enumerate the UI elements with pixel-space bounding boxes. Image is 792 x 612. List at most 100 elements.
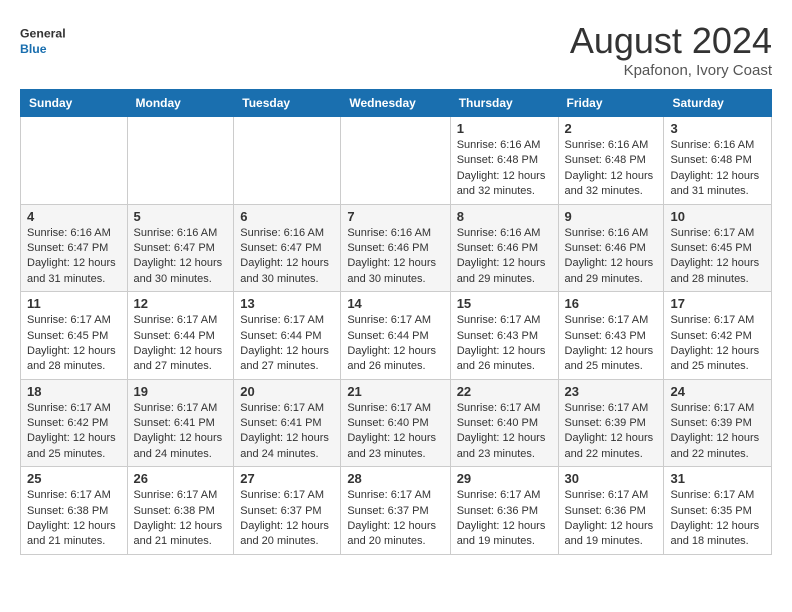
day-number: 27 bbox=[240, 471, 334, 486]
day-number: 18 bbox=[27, 384, 121, 399]
calendar-cell: 19 Sunrise: 6:17 AMSunset: 6:41 PMDayligh… bbox=[127, 379, 234, 467]
day-info: Sunrise: 6:17 AMSunset: 6:41 PMDaylight:… bbox=[134, 401, 228, 463]
day-info: Sunrise: 6:17 AMSunset: 6:44 PMDaylight:… bbox=[134, 313, 228, 375]
calendar-cell bbox=[234, 117, 341, 205]
day-header-monday: Monday bbox=[127, 90, 234, 117]
calendar-week-row: 18 Sunrise: 6:17 AMSunset: 6:42 PMDayligh… bbox=[21, 379, 772, 467]
day-info: Sunrise: 6:16 AMSunset: 6:47 PMDaylight:… bbox=[27, 226, 121, 288]
day-number: 30 bbox=[565, 471, 658, 486]
calendar-header-row: SundayMondayTuesdayWednesdayThursdayFrid… bbox=[21, 90, 772, 117]
day-number: 9 bbox=[565, 209, 658, 224]
day-info: Sunrise: 6:17 AMSunset: 6:38 PMDaylight:… bbox=[27, 488, 121, 550]
calendar-cell: 18 Sunrise: 6:17 AMSunset: 6:42 PMDayligh… bbox=[21, 379, 128, 467]
calendar-cell: 25Sunrise: 6:17 AMSunset: 6:38 PMDayligh… bbox=[21, 467, 128, 555]
calendar-cell: 22Sunrise: 6:17 AMSunset: 6:40 PMDayligh… bbox=[450, 379, 558, 467]
day-info: Sunrise: 6:17 AMSunset: 6:39 PMDaylight:… bbox=[670, 401, 765, 463]
calendar-cell: 16Sunrise: 6:17 AMSunset: 6:43 PMDayligh… bbox=[558, 292, 664, 380]
day-number: 6 bbox=[240, 209, 334, 224]
day-number: 29 bbox=[457, 471, 552, 486]
day-header-saturday: Saturday bbox=[664, 90, 772, 117]
day-info: Sunrise: 6:17 AMSunset: 6:42 PMDaylight:… bbox=[27, 401, 121, 463]
day-header-wednesday: Wednesday bbox=[341, 90, 450, 117]
day-number: 4 bbox=[27, 209, 121, 224]
day-number: 28 bbox=[347, 471, 443, 486]
calendar-cell: 1Sunrise: 6:16 AMSunset: 6:48 PMDaylight… bbox=[450, 117, 558, 205]
calendar-cell: 2 Sunrise: 6:16 AMSunset: 6:48 PMDaylight… bbox=[558, 117, 664, 205]
calendar-cell: 4 Sunrise: 6:16 AMSunset: 6:47 PMDaylight… bbox=[21, 204, 128, 292]
page-header: General Blue August 2024 Kpafonon, Ivory… bbox=[20, 20, 772, 79]
logo: General Blue bbox=[20, 20, 90, 60]
calendar-cell: 27Sunrise: 6:17 AMSunset: 6:37 PMDayligh… bbox=[234, 467, 341, 555]
calendar-cell: 9 Sunrise: 6:16 AMSunset: 6:46 PMDaylight… bbox=[558, 204, 664, 292]
day-header-tuesday: Tuesday bbox=[234, 90, 341, 117]
day-info: Sunrise: 6:16 AMSunset: 6:47 PMDaylight:… bbox=[134, 226, 228, 288]
day-number: 11 bbox=[27, 296, 121, 311]
day-number: 22 bbox=[457, 384, 552, 399]
calendar-cell: 26Sunrise: 6:17 AMSunset: 6:38 PMDayligh… bbox=[127, 467, 234, 555]
day-info: Sunrise: 6:16 AMSunset: 6:48 PMDaylight:… bbox=[670, 138, 765, 200]
month-year-title: August 2024 bbox=[570, 20, 772, 62]
calendar-week-row: 25Sunrise: 6:17 AMSunset: 6:38 PMDayligh… bbox=[21, 467, 772, 555]
calendar-cell: 31 Sunrise: 6:17 AMSunset: 6:35 PMDayligh… bbox=[664, 467, 772, 555]
day-number: 15 bbox=[457, 296, 552, 311]
day-info: Sunrise: 6:17 AMSunset: 6:35 PMDaylight:… bbox=[670, 488, 765, 550]
day-info: Sunrise: 6:17 AMSunset: 6:38 PMDaylight:… bbox=[134, 488, 228, 550]
day-number: 8 bbox=[457, 209, 552, 224]
day-header-sunday: Sunday bbox=[21, 90, 128, 117]
calendar-cell: 17 Sunrise: 6:17 AMSunset: 6:42 PMDayligh… bbox=[664, 292, 772, 380]
calendar-week-row: 4 Sunrise: 6:16 AMSunset: 6:47 PMDaylight… bbox=[21, 204, 772, 292]
day-info: Sunrise: 6:17 AMSunset: 6:44 PMDaylight:… bbox=[240, 313, 334, 375]
day-number: 5 bbox=[134, 209, 228, 224]
day-info: Sunrise: 6:17 AMSunset: 6:44 PMDaylight:… bbox=[347, 313, 443, 375]
calendar-cell: 29Sunrise: 6:17 AMSunset: 6:36 PMDayligh… bbox=[450, 467, 558, 555]
calendar-cell: 10 Sunrise: 6:17 AMSunset: 6:45 PMDayligh… bbox=[664, 204, 772, 292]
day-info: Sunrise: 6:16 AMSunset: 6:46 PMDaylight:… bbox=[457, 226, 552, 288]
title-block: August 2024 Kpafonon, Ivory Coast bbox=[570, 20, 772, 79]
day-number: 19 bbox=[134, 384, 228, 399]
calendar-cell: 12 Sunrise: 6:17 AMSunset: 6:44 PMDayligh… bbox=[127, 292, 234, 380]
day-info: Sunrise: 6:17 AMSunset: 6:45 PMDaylight:… bbox=[670, 226, 765, 288]
day-info: Sunrise: 6:16 AMSunset: 6:47 PMDaylight:… bbox=[240, 226, 334, 288]
logo-svg: General Blue bbox=[20, 20, 90, 60]
calendar-cell: 23 Sunrise: 6:17 AMSunset: 6:39 PMDayligh… bbox=[558, 379, 664, 467]
day-info: Sunrise: 6:17 AMSunset: 6:40 PMDaylight:… bbox=[347, 401, 443, 463]
day-info: Sunrise: 6:16 AMSunset: 6:46 PMDaylight:… bbox=[565, 226, 658, 288]
day-number: 2 bbox=[565, 121, 658, 136]
calendar-week-row: 11 Sunrise: 6:17 AMSunset: 6:45 PMDayligh… bbox=[21, 292, 772, 380]
day-number: 14 bbox=[347, 296, 443, 311]
day-number: 20 bbox=[240, 384, 334, 399]
calendar-cell bbox=[341, 117, 450, 205]
day-number: 24 bbox=[670, 384, 765, 399]
day-number: 3 bbox=[670, 121, 765, 136]
day-number: 16 bbox=[565, 296, 658, 311]
day-info: Sunrise: 6:17 AMSunset: 6:45 PMDaylight:… bbox=[27, 313, 121, 375]
day-info: Sunrise: 6:17 AMSunset: 6:43 PMDaylight:… bbox=[457, 313, 552, 375]
day-info: Sunrise: 6:16 AMSunset: 6:48 PMDaylight:… bbox=[457, 138, 552, 200]
day-info: Sunrise: 6:17 AMSunset: 6:42 PMDaylight:… bbox=[670, 313, 765, 375]
day-header-friday: Friday bbox=[558, 90, 664, 117]
day-number: 17 bbox=[670, 296, 765, 311]
calendar-cell: 24 Sunrise: 6:17 AMSunset: 6:39 PMDayligh… bbox=[664, 379, 772, 467]
calendar-cell bbox=[127, 117, 234, 205]
day-header-thursday: Thursday bbox=[450, 90, 558, 117]
calendar-cell: 20 Sunrise: 6:17 AMSunset: 6:41 PMDayligh… bbox=[234, 379, 341, 467]
calendar-cell: 28 Sunrise: 6:17 AMSunset: 6:37 PMDayligh… bbox=[341, 467, 450, 555]
day-number: 31 bbox=[670, 471, 765, 486]
calendar-cell bbox=[21, 117, 128, 205]
calendar-cell: 7Sunrise: 6:16 AMSunset: 6:46 PMDaylight… bbox=[341, 204, 450, 292]
svg-text:General: General bbox=[20, 26, 66, 40]
day-number: 21 bbox=[347, 384, 443, 399]
calendar-week-row: 1Sunrise: 6:16 AMSunset: 6:48 PMDaylight… bbox=[21, 117, 772, 205]
day-info: Sunrise: 6:17 AMSunset: 6:39 PMDaylight:… bbox=[565, 401, 658, 463]
day-number: 13 bbox=[240, 296, 334, 311]
location-subtitle: Kpafonon, Ivory Coast bbox=[570, 62, 772, 79]
day-number: 23 bbox=[565, 384, 658, 399]
day-info: Sunrise: 6:16 AMSunset: 6:48 PMDaylight:… bbox=[565, 138, 658, 200]
day-number: 10 bbox=[670, 209, 765, 224]
calendar-cell: 8 Sunrise: 6:16 AMSunset: 6:46 PMDaylight… bbox=[450, 204, 558, 292]
day-info: Sunrise: 6:17 AMSunset: 6:37 PMDaylight:… bbox=[347, 488, 443, 550]
calendar-table: SundayMondayTuesdayWednesdayThursdayFrid… bbox=[20, 89, 772, 555]
day-number: 7 bbox=[347, 209, 443, 224]
day-info: Sunrise: 6:17 AMSunset: 6:41 PMDaylight:… bbox=[240, 401, 334, 463]
day-number: 12 bbox=[134, 296, 228, 311]
